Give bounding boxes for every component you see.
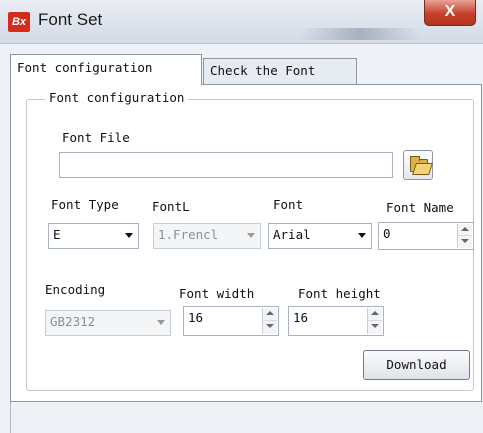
tab-check-the-font[interactable]: Check the Font (203, 58, 357, 84)
font-l-label: FontL (152, 199, 190, 214)
browse-button[interactable] (403, 150, 433, 180)
font-name-label: Font Name (386, 200, 454, 215)
spin-up-icon[interactable] (368, 308, 382, 321)
font-name-stepper[interactable]: 0 (378, 222, 474, 250)
open-folder-icon (410, 156, 428, 172)
chevron-down-icon (125, 233, 133, 238)
spin-down-icon[interactable] (368, 321, 382, 334)
close-icon: X (444, 3, 456, 20)
tab-font-configuration[interactable]: Font configuration (10, 54, 202, 85)
spin-up-icon[interactable] (458, 224, 472, 236)
font-height-stepper[interactable]: 16 (288, 306, 384, 336)
font-label: Font (273, 197, 304, 212)
close-button[interactable]: X (424, 0, 476, 26)
title-bar[interactable]: Bx Font Set X (0, 0, 483, 44)
spin-down-icon[interactable] (458, 236, 472, 248)
font-type-label: Font Type (51, 197, 119, 212)
font-l-select: 1.Frencl (153, 223, 261, 249)
font-height-value: 16 (293, 310, 309, 325)
font-type-value: E (53, 227, 61, 242)
app-icon: Bx (8, 12, 30, 32)
font-set-window: Bx Font Set X Font configuration Check t… (0, 0, 483, 433)
font-select[interactable]: Arial (268, 223, 372, 249)
font-type-select[interactable]: E (48, 223, 139, 249)
font-width-value: 16 (188, 310, 204, 325)
chevron-down-icon (358, 233, 366, 238)
chevron-down-icon (157, 320, 165, 325)
spin-buttons[interactable] (262, 308, 277, 334)
font-l-value: 1.Frencl (158, 227, 219, 242)
chevron-down-icon (247, 233, 255, 238)
status-bar (10, 402, 482, 433)
font-file-label: Font File (62, 130, 130, 145)
font-height-label: Font height (298, 286, 381, 301)
spin-buttons[interactable] (457, 224, 472, 248)
font-value: Arial (273, 227, 311, 242)
title-bar-shade (300, 28, 420, 40)
group-legend: Font configuration (45, 90, 189, 105)
spin-buttons[interactable] (367, 308, 382, 334)
download-button[interactable]: Download (363, 350, 470, 380)
font-width-stepper[interactable]: 16 (183, 306, 279, 336)
spin-down-icon[interactable] (263, 321, 277, 334)
spin-up-icon[interactable] (263, 308, 277, 321)
font-name-value: 0 (383, 226, 391, 241)
encoding-value: GB2312 (50, 314, 96, 329)
encoding-label: Encoding (45, 282, 106, 297)
font-file-input[interactable] (59, 152, 393, 178)
font-width-label: Font width (179, 286, 255, 301)
window-title: Font Set (38, 10, 103, 29)
encoding-select: GB2312 (45, 310, 171, 336)
